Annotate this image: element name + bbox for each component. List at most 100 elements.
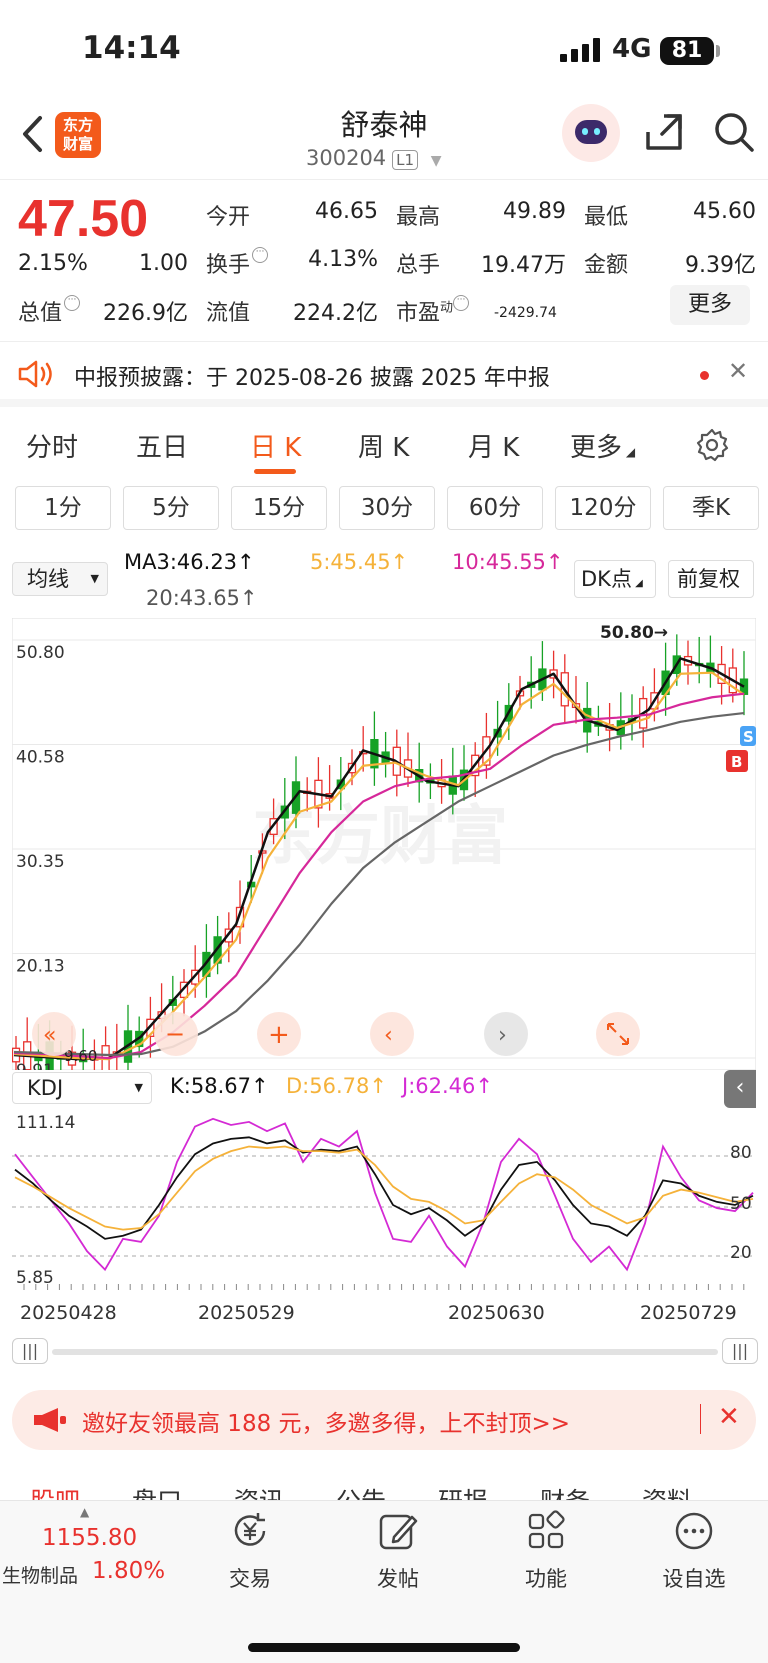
more-button[interactable]: 更多 xyxy=(670,285,750,325)
price-tick-label: 50.80 xyxy=(16,643,65,663)
tab-finance[interactable]: 财务 xyxy=(540,1482,590,1500)
interval-120min[interactable]: 120分 xyxy=(555,486,651,530)
megaphone-icon xyxy=(34,1408,66,1432)
volume-value: 19.47万 xyxy=(481,253,566,278)
caret-up-icon: ▲ xyxy=(80,1505,90,1519)
price-tick-label: 30.35 xyxy=(16,852,65,872)
active-tab-indicator xyxy=(254,469,296,474)
low-label: 最低 xyxy=(584,205,629,230)
volume-label: 总手 xyxy=(396,253,441,278)
notice-text: 中报预披露：于 2025-08-26 披露 2025 年中报 xyxy=(74,366,550,391)
interval-60min[interactable]: 60分 xyxy=(447,486,543,530)
functions-label: 功能 xyxy=(525,1567,567,1591)
add-watchlist-button[interactable]: 设自选 xyxy=(634,1509,754,1593)
tab-intraday[interactable]: 分时 xyxy=(26,427,78,464)
fullscreen-button[interactable] xyxy=(596,1012,640,1056)
kline-interval-buttons: 1分 5分 15分 30分 60分 120分 季K xyxy=(0,486,768,532)
collapse-panel-button[interactable]: ‹ xyxy=(724,1070,756,1108)
float-value: 224.2亿 xyxy=(293,301,378,326)
kline-chart[interactable]: 东方财富 50.8040.5830.3520.139.91 50.80→ 9.6… xyxy=(12,618,756,1070)
buy-marker-label: B xyxy=(731,753,742,771)
scroll-handle-right[interactable]: ||| xyxy=(722,1338,758,1364)
price-tick-label: 9.91 xyxy=(16,1061,54,1070)
date-label: 20250630 xyxy=(448,1302,545,1324)
notice-bar[interactable]: 中报预披露：于 2025-08-26 披露 2025 年中报 ✕ xyxy=(0,341,768,407)
price-tick-label: 20.13 xyxy=(16,957,65,977)
scroll-track[interactable] xyxy=(52,1349,718,1355)
battery-tip xyxy=(716,45,720,57)
tab-profile[interactable]: 资料 xyxy=(642,1482,692,1500)
sector-change-pct[interactable]: 1.80% xyxy=(92,1558,165,1584)
chevron-left-icon: ‹ xyxy=(384,1023,393,1048)
post-button[interactable]: 发帖 xyxy=(338,1509,458,1593)
amount-value: 9.39亿 xyxy=(685,253,756,278)
interval-30min[interactable]: 30分 xyxy=(339,486,435,530)
chevron-down-icon: ▼ xyxy=(90,572,99,585)
turnover-value: 4.13% xyxy=(308,247,378,272)
stock-code-selector[interactable]: 300204 L1 ▼ xyxy=(306,146,442,170)
share-icon[interactable] xyxy=(642,110,686,154)
mktcap-value: 226.9亿 xyxy=(103,301,188,326)
mktcap-label: 总值··· xyxy=(18,295,81,327)
float-label: 流值 xyxy=(206,301,251,326)
high-value: 49.89 xyxy=(503,199,566,224)
tab-guba[interactable]: 股吧 xyxy=(30,1482,80,1500)
ai-assistant-icon[interactable] xyxy=(562,104,620,162)
scroll-handle-left[interactable]: ||| xyxy=(12,1338,48,1364)
interval-1min[interactable]: 1分 xyxy=(15,486,111,530)
stock-code: 300204 xyxy=(306,146,387,170)
more-dots-icon: ··· xyxy=(453,295,470,311)
more-dots-icon: ··· xyxy=(252,247,269,263)
date-label: 20250428 xyxy=(20,1302,117,1324)
indicator-dropdown[interactable]: 均线 ▼ xyxy=(12,562,108,596)
change-amount: 1.00 xyxy=(139,251,188,276)
search-icon[interactable] xyxy=(712,110,756,154)
kdj-dropdown[interactable]: KDJ ▼ xyxy=(12,1072,152,1104)
dk-point-button[interactable]: DK点 ◢ xyxy=(574,560,656,598)
tab-more[interactable]: 更多 ◢ xyxy=(570,427,635,464)
interval-quarter-k[interactable]: 季K xyxy=(663,486,759,530)
level-badge: L1 xyxy=(392,150,419,170)
functions-button[interactable]: 功能 xyxy=(486,1509,606,1593)
trade-button[interactable]: 交易 xyxy=(190,1509,310,1593)
close-icon[interactable]: ✕ xyxy=(718,1402,740,1432)
tab-pankou[interactable]: 盘口 xyxy=(132,1482,182,1500)
interval-5min[interactable]: 5分 xyxy=(123,486,219,530)
pe-value: -2429.74 xyxy=(494,305,557,321)
sector-index-value[interactable]: 1155.80 xyxy=(42,1525,137,1551)
max-price-marker: 50.80→ xyxy=(600,623,668,643)
tab-weekly-k[interactable]: 周 K xyxy=(358,427,409,464)
close-icon[interactable]: ✕ xyxy=(728,357,748,385)
gear-icon[interactable] xyxy=(694,427,730,463)
post-label: 发帖 xyxy=(377,1567,419,1591)
chevron-right-icon: › xyxy=(498,1023,507,1048)
double-chevron-left-icon: « xyxy=(43,1023,56,1048)
network-type: 4G xyxy=(612,34,652,64)
sector-name[interactable]: 生物制品 xyxy=(2,1561,78,1588)
chart-scrollbar[interactable]: ||| ||| xyxy=(12,1338,758,1366)
more-circle-icon xyxy=(675,1512,713,1550)
tab-announcement[interactable]: 公告 xyxy=(336,1482,386,1500)
kdj-chart[interactable]: 111.14 5.85 80 50 20 xyxy=(12,1108,756,1298)
adjust-button[interactable]: 前复权 xyxy=(668,560,754,598)
tab-five-day[interactable]: 五日 xyxy=(136,427,188,464)
minus-icon: − xyxy=(165,1020,185,1048)
period-tabs: 分时 五日 日 K 周 K 月 K 更多 ◢ xyxy=(0,415,768,479)
tab-monthly-k[interactable]: 月 K xyxy=(468,427,519,464)
signal-icon xyxy=(560,38,600,62)
status-bar: 14:14 4G 81 xyxy=(0,0,768,100)
promo-banner[interactable]: 邀好友领最高 188 元，多邀多得，上不封顶>> ✕ xyxy=(12,1390,756,1450)
stock-header: 东方 财富 舒泰神 300204 L1 ▼ xyxy=(0,100,768,180)
yen-exchange-icon xyxy=(234,1513,266,1546)
tab-daily-k[interactable]: 日 K xyxy=(250,427,301,464)
more-dots-icon: ··· xyxy=(64,295,81,311)
interval-15min[interactable]: 15分 xyxy=(231,486,327,530)
section-tabs: 股吧 盘口 资讯 公告 研报 财务 资料 xyxy=(0,1472,768,1500)
tab-research[interactable]: 研报 xyxy=(438,1482,488,1500)
tab-news[interactable]: 资讯 xyxy=(234,1482,284,1500)
chevron-down-icon: ▼ xyxy=(430,153,442,169)
date-label: 20250729 xyxy=(640,1302,737,1324)
kdj-min-label: 5.85 xyxy=(16,1268,54,1288)
apps-grid-icon xyxy=(528,1510,565,1549)
price-tick-label: 40.58 xyxy=(16,747,65,767)
